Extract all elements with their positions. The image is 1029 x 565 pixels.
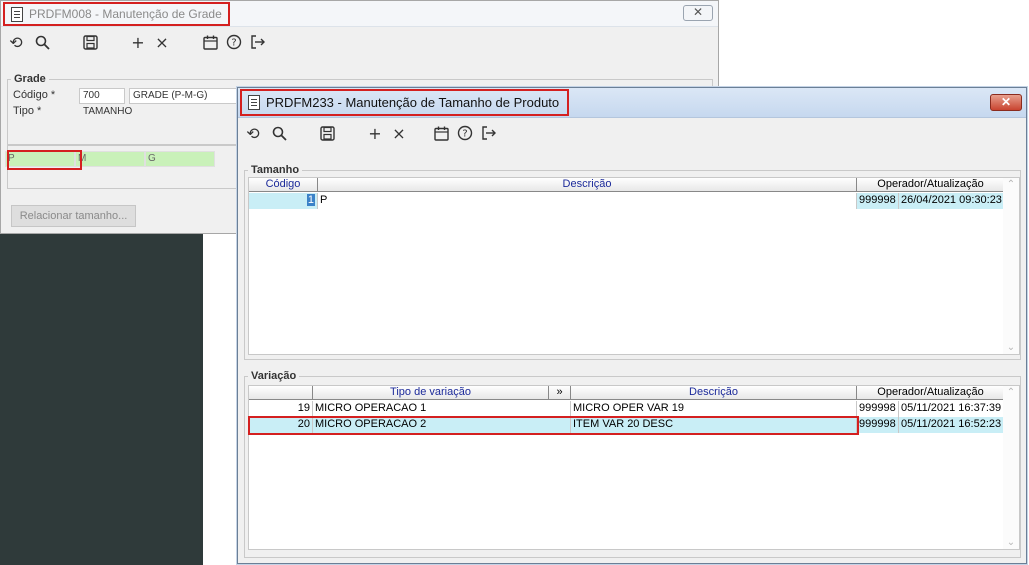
document-icon [11, 6, 23, 22]
cell-codigo[interactable]: 1 [249, 193, 318, 209]
toolbar: ⟲ + × ? [5, 31, 269, 53]
scrollbar[interactable]: ⌃ ⌄ [1003, 386, 1019, 549]
close-button[interactable]: ✕ [990, 94, 1022, 111]
cell-operador: 999998 [857, 193, 899, 209]
document-icon [248, 95, 260, 110]
scroll-down-icon[interactable]: ⌄ [1003, 537, 1019, 548]
window-title: PRDFM008 - Manutenção de Grade [29, 7, 222, 21]
tamanho-legend: Tamanho [251, 164, 300, 176]
cell-codigo: 19 [249, 401, 313, 417]
table-row[interactable]: 1 P 999998 26/04/2021 09:30:23 [249, 193, 1005, 209]
close-button[interactable]: ✕ [683, 5, 713, 21]
undo-icon[interactable]: ⟲ [5, 31, 27, 53]
tipo-label: Tipo * [13, 105, 42, 117]
cell-descricao[interactable]: P [318, 193, 857, 209]
size-p-highlight [7, 150, 82, 170]
variacao-legend: Variação [251, 370, 297, 382]
svg-text:?: ? [462, 129, 467, 140]
undo-icon[interactable]: ⟲ [242, 122, 264, 144]
scroll-up-icon[interactable]: ⌃ [1003, 387, 1019, 398]
search-icon[interactable] [31, 31, 53, 53]
add-icon[interactable]: + [364, 122, 386, 144]
header-codigo[interactable]: Código [249, 178, 318, 192]
table-row[interactable]: 19 MICRO OPERACAO 1 MICRO OPER VAR 19 99… [249, 401, 1005, 417]
save-icon[interactable] [79, 31, 101, 53]
header-codigo[interactable] [249, 386, 313, 400]
save-icon[interactable] [316, 122, 338, 144]
delete-icon[interactable]: × [388, 122, 410, 144]
selected-row-highlight [248, 416, 859, 435]
scrollbar[interactable]: ⌃ ⌄ [1003, 178, 1019, 354]
cell-data: 05/11/2021 16:52:23 [899, 417, 1005, 433]
expand-button[interactable]: » [549, 386, 571, 400]
cell-data: 26/04/2021 09:30:23 [899, 193, 1005, 209]
title-bar: PRDFM008 - Manutenção de Grade ✕ [1, 1, 718, 27]
title-highlight: PRDFM233 - Manutenção de Tamanho de Prod… [240, 89, 570, 116]
header-descricao[interactable]: Descrição [571, 386, 857, 400]
window-prdfm233: PRDFM233 - Manutenção de Tamanho de Prod… [237, 87, 1027, 564]
help-icon[interactable]: ? [223, 31, 245, 53]
cell-descricao: MICRO OPER VAR 19 [571, 401, 857, 417]
header-descricao[interactable]: Descrição [318, 178, 857, 192]
grade-legend: Grade [14, 73, 46, 85]
cell-tipo: MICRO OPERACAO 1 [313, 401, 571, 417]
calendar-icon[interactable] [199, 31, 221, 53]
size-cell-m[interactable]: M [75, 151, 145, 167]
toolbar: ⟲ + × ? [242, 122, 500, 144]
header-operador[interactable]: Operador/Atualização [857, 386, 1005, 400]
window-title: PRDFM233 - Manutenção de Tamanho de Prod… [266, 95, 560, 110]
codigo-label: Código * [13, 89, 56, 101]
cell-operador: 999998 [857, 417, 899, 433]
help-icon[interactable]: ? [454, 122, 476, 144]
variacao-grid: Tipo de variação » Descrição Operador/At… [248, 385, 1020, 550]
calendar-icon[interactable] [430, 122, 452, 144]
tamanho-grid: Código Descrição Operador/Atualização 1 … [248, 177, 1020, 355]
scroll-up-icon[interactable]: ⌃ [1003, 179, 1019, 190]
size-cell-g[interactable]: G [145, 151, 215, 167]
exit-icon[interactable] [478, 122, 500, 144]
header-tipo[interactable]: Tipo de variação [313, 386, 549, 400]
search-icon[interactable] [268, 122, 290, 144]
svg-text:?: ? [231, 38, 236, 49]
scroll-down-icon[interactable]: ⌄ [1003, 342, 1019, 353]
codigo-input[interactable]: 700 [79, 88, 125, 104]
delete-icon[interactable]: × [151, 31, 173, 53]
title-highlight: PRDFM008 - Manutenção de Grade [3, 2, 230, 26]
cell-operador: 999998 [857, 401, 899, 417]
relacionar-tamanho-button[interactable]: Relacionar tamanho... [11, 205, 136, 227]
header-operador[interactable]: Operador/Atualização [857, 178, 1005, 192]
cell-data: 05/11/2021 16:37:39 [899, 401, 1005, 417]
exit-icon[interactable] [247, 31, 269, 53]
title-bar: PRDFM233 - Manutenção de Tamanho de Prod… [238, 88, 1026, 118]
add-icon[interactable]: + [127, 31, 149, 53]
desktop-background [0, 232, 203, 565]
cell-codigo-value: 1 [306, 194, 315, 206]
